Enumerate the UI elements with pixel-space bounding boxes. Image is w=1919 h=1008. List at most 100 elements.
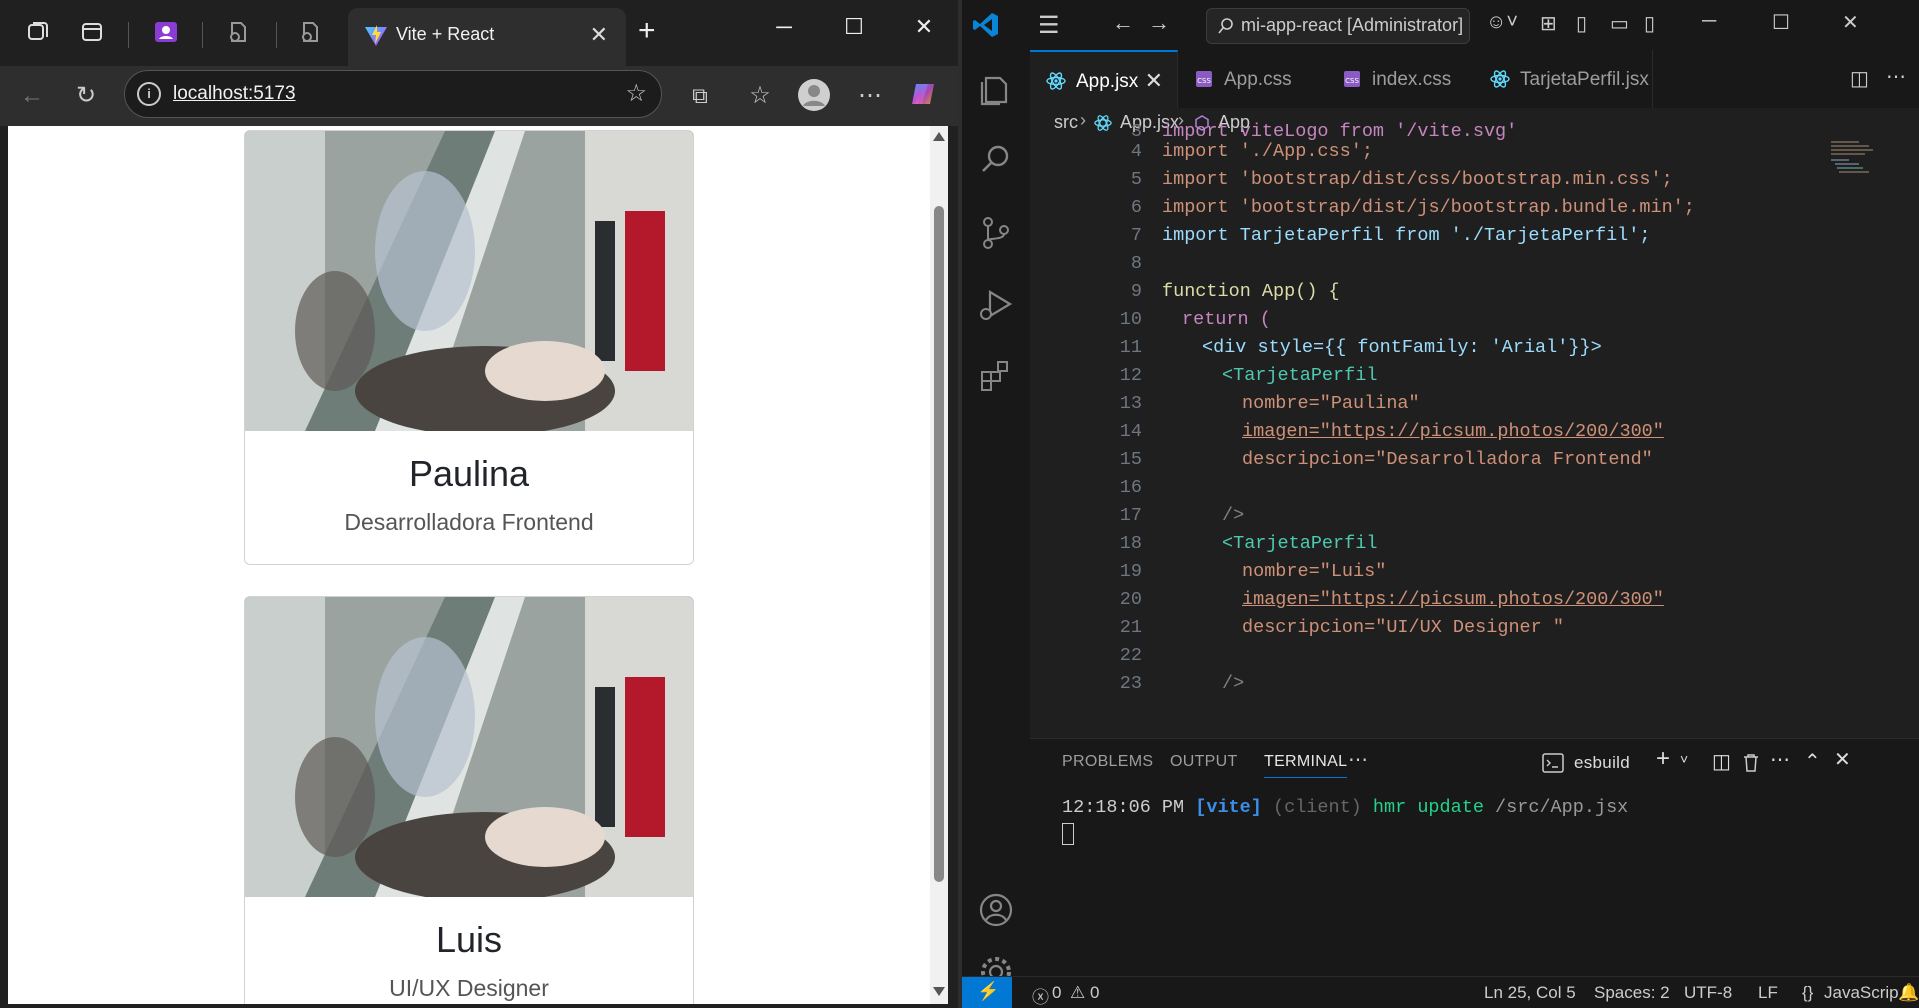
new-tab-button[interactable]: + xyxy=(638,16,656,46)
extensions-icon[interactable]: ⧉ xyxy=(682,78,718,114)
profile-name: Luis xyxy=(435,919,503,960)
tab-actions-icon[interactable] xyxy=(74,14,110,50)
new-terminal-icon[interactable]: + xyxy=(1656,745,1670,773)
line-number: 17 xyxy=(1119,505,1142,526)
close-tab-icon[interactable]: ✕ xyxy=(590,22,608,48)
panel-tab-problems[interactable]: PROBLEMS xyxy=(1062,753,1153,771)
scrollbar-thumb[interactable] xyxy=(934,206,944,882)
toggle-sidebar-icon[interactable]: ▯ xyxy=(1576,11,1587,36)
more-menu-icon[interactable]: ⋯ xyxy=(852,78,888,114)
line-number: 20 xyxy=(1119,589,1142,610)
log-client: (client) xyxy=(1272,797,1362,818)
accounts-icon[interactable] xyxy=(976,890,1016,930)
tab-app-jsx[interactable]: App.jsx ✕ xyxy=(1030,50,1178,108)
tab-index-css[interactable]: CSS index.css xyxy=(1326,50,1475,108)
minimap[interactable] xyxy=(1829,138,1879,198)
panel-tab-output[interactable]: OUTPUT xyxy=(1170,753,1238,771)
log-message: hmr update xyxy=(1372,797,1484,818)
site-info-icon[interactable]: i xyxy=(137,82,161,106)
warnings-icon: ⚠ xyxy=(1070,983,1086,1002)
split-terminal-icon[interactable]: ◫ xyxy=(1712,749,1731,774)
split-editor-icon[interactable]: ◫ xyxy=(1850,66,1869,91)
scroll-down-arrow-icon[interactable] xyxy=(933,987,945,996)
browser-tab-bar: Vite + React ✕ + ─ ☐ ✕ xyxy=(0,0,958,66)
tab-app-css[interactable]: CSS App.css xyxy=(1178,50,1327,108)
tab-separator xyxy=(276,22,277,48)
end-of-line[interactable]: LF xyxy=(1758,983,1778,1003)
more-actions-icon[interactable]: ⋯ xyxy=(1770,747,1790,772)
nav-forward-icon[interactable]: → xyxy=(1148,10,1170,36)
extensions-icon[interactable] xyxy=(976,356,1016,396)
encoding[interactable]: UTF-8 xyxy=(1684,983,1732,1003)
panel-tab-terminal[interactable]: TERMINAL xyxy=(1264,753,1348,778)
code-text: descripcion="UI/UX Designer " xyxy=(1242,617,1564,638)
maximize-panel-icon[interactable]: ⌃ xyxy=(1804,749,1821,774)
code-text: return ( xyxy=(1182,309,1271,330)
toggle-panel-icon[interactable]: ▭ xyxy=(1610,11,1629,36)
tab-tarjetaperfil-jsx[interactable]: TarjetaPerfil.jsx xyxy=(1474,50,1653,108)
line-number: 19 xyxy=(1119,561,1142,582)
customize-layout-icon[interactable]: ⊞ xyxy=(1540,11,1557,36)
close-panel-icon[interactable]: ✕ xyxy=(1834,747,1851,772)
workspaces-icon[interactable] xyxy=(20,14,56,50)
refresh-icon[interactable]: ↻ xyxy=(68,78,104,114)
cursor-position[interactable]: Ln 25, Col 5 xyxy=(1484,983,1576,1003)
close-window-icon[interactable]: ✕ xyxy=(1842,10,1859,35)
minimize-icon[interactable]: ─ xyxy=(764,14,804,40)
trash-icon[interactable] xyxy=(1742,753,1760,773)
maximize-icon[interactable]: ☐ xyxy=(834,14,874,40)
command-center-search[interactable]: mi-app-react [Administrator] xyxy=(1206,8,1470,44)
line-number: 21 xyxy=(1119,617,1142,638)
close-tab-icon[interactable]: ✕ xyxy=(1145,68,1163,94)
warnings-count[interactable]: 0 xyxy=(1090,983,1099,1003)
source-control-icon[interactable] xyxy=(976,212,1016,252)
line-number: 18 xyxy=(1119,533,1142,554)
profile-avatar-icon[interactable] xyxy=(796,78,832,114)
terminal-output[interactable]: 12:18:06 PM [vite] (client) hmr update /… xyxy=(1062,797,1628,818)
favorite-star-icon[interactable]: ☆ xyxy=(625,79,647,108)
code-text: <TarjetaPerfil xyxy=(1222,365,1378,386)
favorites-icon[interactable]: ☆ xyxy=(742,78,778,114)
chevron-down-icon[interactable]: ˅ xyxy=(1680,751,1688,767)
tab-title: Vite + React xyxy=(396,24,495,44)
close-window-icon[interactable]: ✕ xyxy=(904,14,944,40)
back-icon[interactable]: ← xyxy=(14,78,50,114)
errors-icon: ⓧ xyxy=(1032,988,1049,1007)
panel-more-icon[interactable]: ⋯ xyxy=(1348,747,1368,772)
line-number: 11 xyxy=(1119,337,1142,358)
menu-icon[interactable]: ☰ xyxy=(1038,11,1060,40)
maximize-icon[interactable]: ☐ xyxy=(1772,10,1790,35)
copilot-icon[interactable]: ☺˅ xyxy=(1486,11,1518,34)
terminal-name[interactable]: esbuild xyxy=(1574,753,1630,773)
address-bar[interactable]: i localhost:5173 ☆ xyxy=(124,70,662,118)
log-time: 12:18:06 PM xyxy=(1062,797,1185,818)
profile-card: Luis UI/UX Designer xyxy=(244,596,694,1004)
page-scrollbar[interactable] xyxy=(930,126,948,1004)
run-debug-icon[interactable] xyxy=(976,284,1016,324)
more-actions-icon[interactable]: ⋯ xyxy=(1886,64,1906,89)
language-mode[interactable]: JavaScript JSX xyxy=(1824,983,1899,1003)
minimize-icon[interactable]: ─ xyxy=(1702,10,1716,33)
profile-tab-icon[interactable] xyxy=(148,14,184,50)
tab-page-icon[interactable] xyxy=(220,14,256,50)
explorer-icon[interactable] xyxy=(976,68,1016,108)
line-number: 5 xyxy=(1130,169,1142,190)
toggle-secondary-sidebar-icon[interactable]: ▯ xyxy=(1644,11,1655,36)
line-number: 10 xyxy=(1119,309,1142,330)
scroll-up-arrow-icon[interactable] xyxy=(933,132,945,141)
remote-indicator[interactable]: ⚡ xyxy=(962,977,1012,1008)
nav-back-icon[interactable]: ← xyxy=(1112,10,1134,36)
code-text: imagen="https://picsum.photos/200/300" xyxy=(1242,421,1664,442)
indentation[interactable]: Spaces: 2 xyxy=(1594,983,1670,1003)
css-icon: CSS xyxy=(1196,71,1212,87)
copilot-icon[interactable] xyxy=(906,78,942,114)
search-icon[interactable] xyxy=(976,140,1016,180)
line-number: 8 xyxy=(1130,253,1142,274)
notifications-bell-icon[interactable]: 🔔 xyxy=(1898,983,1919,1003)
code-editor[interactable]: 3 import viteLogo from '/vite.svg' 4 impor… xyxy=(1030,121,1919,738)
braces-icon: {} xyxy=(1802,983,1814,1002)
tab-page-icon[interactable] xyxy=(292,14,328,50)
tab-vite-react[interactable]: Vite + React ✕ xyxy=(348,8,626,66)
css-icon: CSS xyxy=(1344,71,1360,87)
errors-count[interactable]: 0 xyxy=(1052,983,1061,1003)
